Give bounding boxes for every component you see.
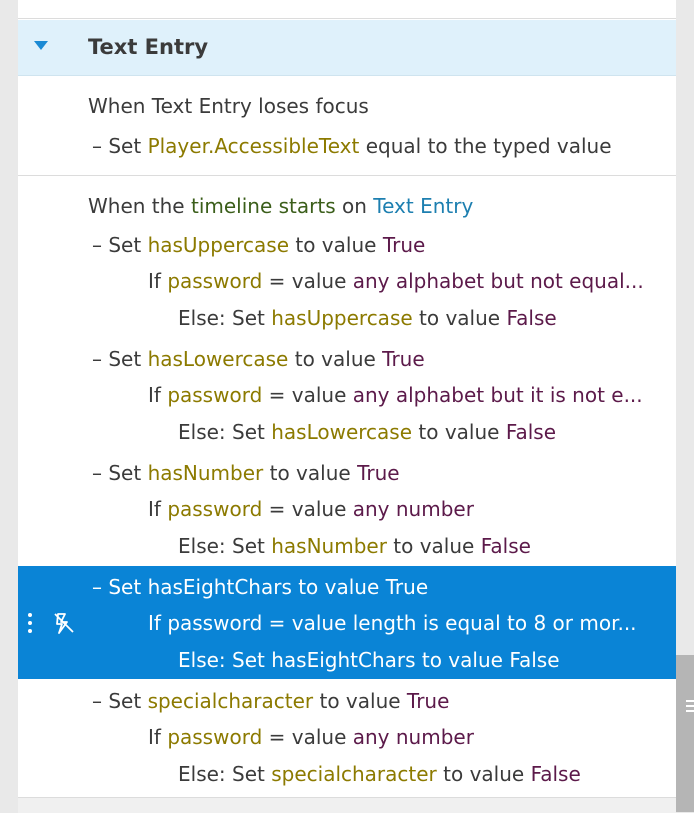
set-value: True [357,461,400,485]
condition-variable: password [167,725,263,749]
condition-operator: = value [268,725,347,749]
if-word: If [148,725,161,749]
else-prefix: Else: Set [178,534,265,558]
else-to-value: to value [418,420,500,444]
condition-line: If password = value any alphabet but not… [148,268,644,294]
else-value: False [506,306,557,330]
condition-line: If password = value any alphabet but it … [148,382,643,408]
trigger-event: timeline starts [190,194,336,218]
section-header-text-entry[interactable]: Text Entry [18,20,676,76]
action-set-line[interactable]: – Set hasUppercase to value True [92,232,425,258]
scrollbar-grip-icon [686,700,694,714]
trigger-when-text: When the [88,194,185,218]
panel-bottom-edge [18,797,676,813]
scrollbar-thumb[interactable] [676,655,694,812]
if-word: If [148,611,161,635]
to-value: to value [319,689,401,713]
else-to-value: to value [443,762,525,786]
action-dash: – [92,134,102,158]
set-value: True [382,347,425,371]
selected-action-row[interactable]: – Set hasEightChars to value True If pas… [18,566,676,679]
action-set-line[interactable]: – Set hasLowercase to value True [92,346,425,372]
condition-value: any number [352,725,474,749]
condition-operator: = value [268,269,347,293]
else-value: False [505,420,557,444]
triggers-panel: Text Entry When Text Entry loses focus –… [18,0,676,812]
condition-value: any alphabet but not equal... [352,269,644,293]
to-value: to value [294,347,376,371]
condition-value: any number [352,497,474,521]
condition-variable: password [167,611,263,635]
section-title: Text Entry [88,35,209,59]
else-line: Else: Set specialcharacter to value Fals… [178,761,581,787]
else-line: Else: Set hasUppercase to value False [178,305,557,331]
trigger-lose-focus[interactable]: When Text Entry loses focus – Set Player… [18,76,676,176]
action-set-line[interactable]: – Set specialcharacter to value True [92,688,449,714]
set-value: True [385,575,429,599]
condition-variable: password [167,497,263,521]
set-word: Set [108,575,142,599]
action-set-line[interactable]: – Set hasNumber to value True [92,460,400,486]
trigger-object: Text Entry [373,194,474,218]
else-variable: hasUppercase [271,306,413,330]
set-variable: specialcharacter [147,689,314,713]
else-variable: hasEightChars [271,648,416,672]
else-line: Else: Set hasEightChars to value False [178,647,560,673]
else-value: False [480,534,531,558]
to-value: to value [298,575,380,599]
else-to-value: to value [419,306,501,330]
action-set: Set [108,134,142,158]
to-value: to value [269,461,351,485]
condition-operator: = value [268,383,347,407]
set-variable: hasNumber [147,461,264,485]
condition-variable: password [167,269,263,293]
else-variable: hasLowercase [271,420,413,444]
else-prefix: Else: Set [178,762,265,786]
condition-value: length is equal to 8 or mor... [352,611,637,635]
trigger-when-text: When Text Entry loses focus [88,94,369,118]
else-prefix: Else: Set [178,648,265,672]
action-line: – Set Player.AccessibleText equal to the… [92,133,612,159]
set-variable: hasEightChars [147,575,292,599]
condition-operator: = value [268,497,347,521]
else-value: False [530,762,581,786]
condition-value: any alphabet but it is not e... [352,383,643,407]
trigger-wizard-icon[interactable] [52,610,78,636]
if-word: If [148,383,161,407]
else-to-value: to value [421,648,503,672]
set-variable: hasLowercase [147,347,289,371]
previous-section-stub [18,0,676,19]
condition-variable: password [167,383,263,407]
set-word: Set [108,461,142,485]
else-variable: hasNumber [271,534,387,558]
trigger-when-line: When Text Entry loses focus [88,93,369,119]
action-variable: Player.AccessibleText [147,134,360,158]
action-rest: equal to the typed value [365,134,612,158]
set-value: True [406,689,450,713]
else-prefix: Else: Set [178,420,265,444]
to-value: to value [295,233,377,257]
else-line: Else: Set hasLowercase to value False [178,419,556,445]
trigger-timeline-starts[interactable]: When the timeline starts on Text Entry [88,193,473,219]
set-word: Set [108,233,142,257]
else-to-value: to value [393,534,475,558]
set-value: True [382,233,426,257]
drag-handle-icon[interactable] [28,613,33,635]
condition-line: If password = value any number [148,724,474,750]
condition-line: If password = value any number [148,496,474,522]
if-word: If [148,497,161,521]
if-word: If [148,269,161,293]
action-set-line[interactable]: – Set hasEightChars to value True [92,574,428,600]
else-prefix: Else: Set [178,306,265,330]
trigger-on-word: on [341,194,367,218]
else-value: False [509,648,560,672]
else-variable: specialcharacter [271,762,437,786]
set-word: Set [108,347,142,371]
else-line: Else: Set hasNumber to value False [178,533,531,559]
set-word: Set [108,689,142,713]
collapse-arrow-icon[interactable] [34,41,48,50]
condition-line: If password = value length is equal to 8… [148,610,637,636]
set-variable: hasUppercase [147,233,290,257]
condition-operator: = value [268,611,347,635]
